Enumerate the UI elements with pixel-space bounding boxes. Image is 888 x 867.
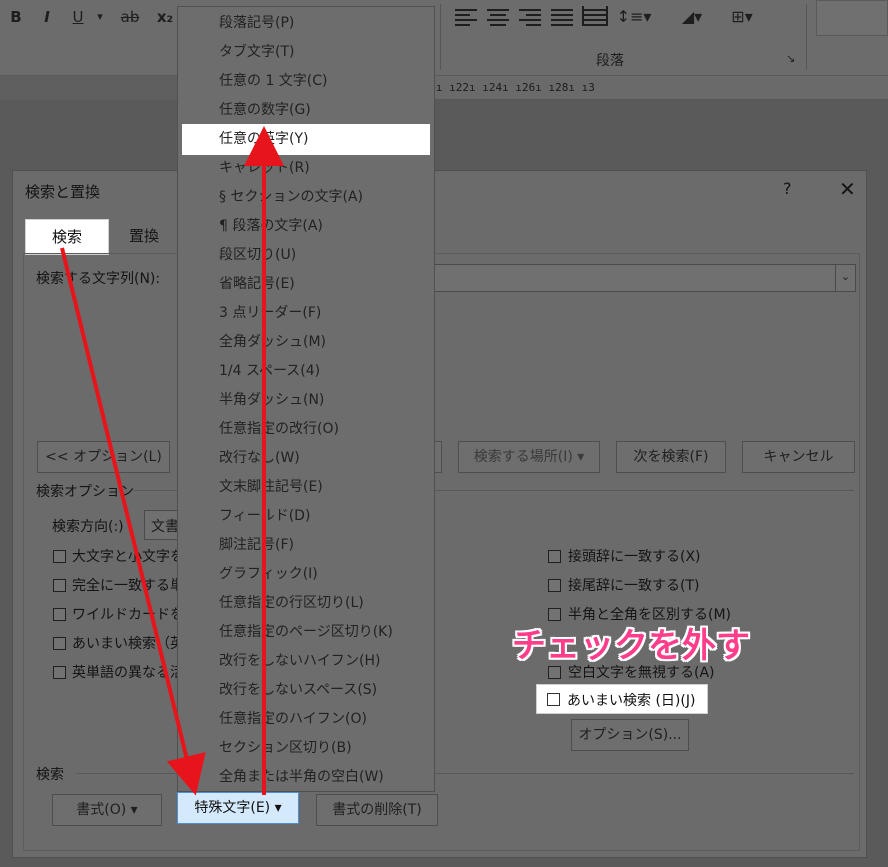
annotation-callout: チェックを外す: [512, 626, 750, 666]
paragraph-launcher-icon[interactable]: ↘: [786, 52, 795, 65]
menu-item[interactable]: 任意指定のハイフン(O): [182, 705, 430, 733]
wildcards-checkbox[interactable]: [53, 608, 66, 621]
word-forms-label: 英単語の異なる活: [72, 665, 184, 681]
sounds-like-label: あいまい検索（英: [72, 636, 184, 652]
menu-item[interactable]: 全角または半角の空白(W): [182, 763, 430, 791]
match-prefix-checkbox[interactable]: [548, 550, 561, 563]
align-center-icon[interactable]: [487, 6, 509, 26]
match-suffix-checkbox[interactable]: [548, 579, 561, 592]
fuzzy-japanese-option[interactable]: あいまい検索 (日)(J): [536, 684, 708, 714]
align-right-icon[interactable]: [519, 6, 541, 26]
cancel-button[interactable]: キャンセル: [742, 441, 855, 473]
menu-item[interactable]: キャレット(R): [182, 154, 430, 182]
menu-item[interactable]: 全角ダッシュ(M): [182, 328, 430, 356]
underline-button[interactable]: U: [70, 4, 86, 30]
special-characters-menu: 段落記号(P) タブ文字(T) 任意の 1 文字(C) 任意の数字(G) 任意の…: [177, 6, 435, 792]
menu-item[interactable]: 段区切り(U): [182, 241, 430, 269]
menu-item[interactable]: 任意指定のページ区切り(K): [182, 618, 430, 646]
menu-item[interactable]: グラフィック(I): [182, 560, 430, 588]
menu-item[interactable]: 文末脚注記号(E): [182, 473, 430, 501]
menu-item[interactable]: 3 点リーダー(F): [182, 299, 430, 327]
dialog-title: 検索と置換: [25, 183, 101, 201]
match-prefix-label: 接頭辞に一致する(X): [568, 549, 701, 565]
whole-word-label: 完全に一致する単: [72, 578, 184, 594]
menu-item[interactable]: 半角ダッシュ(N): [182, 386, 430, 414]
menu-item[interactable]: フィールド(D): [182, 502, 430, 530]
italic-button[interactable]: I: [40, 4, 54, 30]
menu-item[interactable]: タブ文字(T): [182, 38, 430, 66]
menu-item[interactable]: 任意指定の改行(O): [182, 415, 430, 443]
menu-item[interactable]: 任意指定の行区切り(L): [182, 589, 430, 617]
menu-item[interactable]: 1/4 スペース(4): [182, 357, 430, 385]
distributed-icon[interactable]: [582, 6, 608, 26]
bottom-search-header: 検索: [36, 767, 64, 783]
match-suffix-label: 接尾辞に一致する(T): [568, 578, 700, 594]
find-history-dropdown-icon[interactable]: ⌄: [835, 265, 855, 291]
match-case-label: 大文字と小文字を: [72, 549, 184, 565]
match-case-checkbox[interactable]: [53, 550, 66, 563]
ignore-space-checkbox[interactable]: [548, 666, 561, 679]
menu-item[interactable]: ¶ 段落の文字(A): [182, 212, 430, 240]
menu-item[interactable]: セクション区切り(B): [182, 734, 430, 762]
options-toggle-button[interactable]: << オプション(L): [37, 441, 170, 473]
menu-item[interactable]: 脚注記号(F): [182, 531, 430, 559]
special-button[interactable]: 特殊文字(E) ▾: [177, 792, 299, 824]
menu-item[interactable]: 改行なし(W): [182, 444, 430, 472]
borders-icon[interactable]: ⊞▾: [722, 4, 762, 30]
fuzzy-options-button[interactable]: オプション(S)...: [571, 719, 689, 751]
ribbon: B I U ▾ ab x₂ ↕≡▾ ◢▾ ⊞▾ 段落 ↘: [0, 0, 888, 76]
help-button[interactable]: ?: [783, 179, 792, 198]
find-replace-dialog: 検索と置換 ? ✕ 検索 置換 検索する文字列(N): ⌄ << オプション(L…: [12, 170, 867, 858]
menu-item[interactable]: 段落記号(P): [182, 9, 430, 37]
fuzzy-japanese-checkbox[interactable]: [547, 693, 560, 706]
menu-item[interactable]: 任意の数字(G): [182, 96, 430, 124]
menu-item[interactable]: § セクションの文字(A): [182, 183, 430, 211]
menu-item-selected[interactable]: 任意の英字(Y): [182, 124, 430, 155]
search-panel: 検索する文字列(N): ⌄ << オプション(L) 検索する場所(I) ▾ 次を…: [23, 253, 860, 851]
bold-button[interactable]: B: [8, 4, 24, 30]
fuzzy-japanese-label: あいまい検索 (日)(J): [567, 693, 696, 709]
line-spacing-icon[interactable]: ↕≡▾: [614, 4, 654, 30]
tab-replace[interactable]: 置換: [109, 219, 179, 253]
sounds-like-checkbox[interactable]: [53, 637, 66, 650]
menu-item[interactable]: 改行をしないスペース(S): [182, 676, 430, 704]
underline-dropdown-icon[interactable]: ▾: [94, 4, 106, 30]
ribbon-separator: [806, 4, 807, 70]
menu-item[interactable]: 任意の 1 文字(C): [182, 67, 430, 95]
direction-label: 検索方向(:): [52, 519, 124, 535]
search-options-header: 検索オプション: [36, 484, 134, 500]
find-next-button[interactable]: 次を検索(F): [616, 441, 726, 473]
close-button[interactable]: ✕: [839, 177, 856, 201]
find-in-button[interactable]: 検索する場所(I) ▾: [458, 441, 600, 473]
align-left-icon[interactable]: [455, 6, 477, 26]
subscript-button[interactable]: x₂: [154, 4, 176, 30]
clear-format-button[interactable]: 書式の削除(T): [316, 794, 438, 826]
menu-item[interactable]: 改行をしないハイフン(H): [182, 647, 430, 675]
justify-icon[interactable]: [551, 6, 573, 26]
ribbon-separator: [440, 4, 441, 70]
word-forms-checkbox[interactable]: [53, 666, 66, 679]
direction-value: 文書: [151, 519, 179, 535]
styles-gallery[interactable]: [816, 0, 888, 36]
whole-word-checkbox[interactable]: [53, 579, 66, 592]
tab-search[interactable]: 検索: [25, 219, 109, 255]
shading-icon[interactable]: ◢▾: [672, 4, 712, 30]
paragraph-group-label: 段落: [596, 53, 624, 69]
menu-item[interactable]: 省略記号(E): [182, 270, 430, 298]
find-what-label: 検索する文字列(N):: [36, 271, 161, 287]
strikethrough-button[interactable]: ab: [118, 4, 142, 30]
format-button[interactable]: 書式(O) ▾: [52, 794, 162, 826]
